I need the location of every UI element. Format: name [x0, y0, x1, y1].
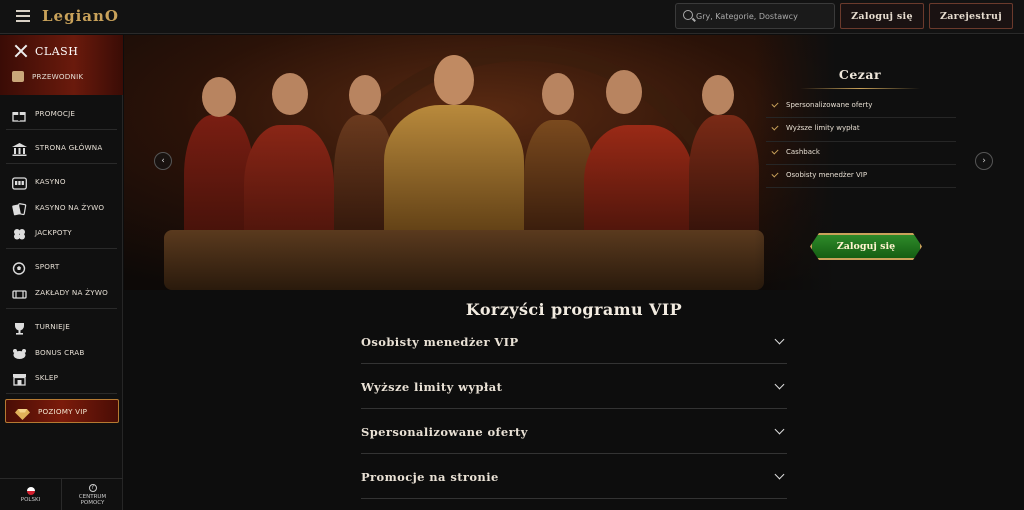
crossed-swords-icon: [13, 43, 29, 59]
vip-feature-label: Osobisty menedżer VIP: [786, 171, 868, 179]
sidebar-item-vip-levels[interactable]: POZIOMY VIP: [5, 399, 119, 423]
sidebar-item-label: SPORT: [35, 262, 60, 271]
vip-feature: Osobisty menedżer VIP: [771, 170, 868, 179]
chevron-left-icon: ‹: [161, 156, 165, 166]
sidebar-item-shop[interactable]: SKLEP: [12, 371, 59, 386]
chevron-down-icon: [774, 424, 785, 435]
vip-benefits-heading: Korzyści programu VIP: [465, 300, 683, 319]
vip-feature: Wyższe limity wypłat: [771, 123, 860, 132]
help-icon: ?: [88, 483, 97, 492]
ball-icon: [12, 260, 27, 275]
sidebar-item-bonus-crab[interactable]: BONUS CRAB: [12, 346, 85, 359]
sidebar-item-label: JACKPOTY: [35, 228, 72, 237]
accordion-item[interactable]: Wyższe limity wypłat: [361, 365, 787, 409]
search-icon: [683, 10, 693, 20]
menu-icon[interactable]: [16, 10, 30, 22]
top-bar: LegianO Zaloguj się Zarejestruj: [0, 0, 1024, 34]
sidebar-item-label: KASYNO NA ŻYWO: [35, 203, 105, 212]
sidebar-item-label: TURNIEJE: [35, 322, 70, 331]
sidebar-item-sport[interactable]: SPORT: [12, 260, 60, 275]
check-icon: [771, 147, 779, 155]
sidebar-item-live-casino[interactable]: KASYNO NA ŻYWO: [12, 201, 105, 216]
search-box[interactable]: [675, 3, 835, 29]
help-center-link[interactable]: ? CENTRUM POMOCY: [61, 479, 123, 510]
accordion-label: Promocje na stronie: [361, 469, 499, 484]
sidebar-item-live-bets[interactable]: ZAKŁADY NA ŻYWO: [12, 286, 108, 299]
sidebar-footer: POLSKI ? CENTRUM POMOCY: [0, 478, 123, 510]
vip-feature-label: Wyższe limity wypłat: [786, 124, 860, 132]
chevron-down-icon: [774, 334, 785, 345]
sidebar-item-label: BONUS CRAB: [35, 348, 85, 357]
sidebar-item-casino[interactable]: KASYNO: [12, 175, 66, 190]
sidebar-item-label: KASYNO: [35, 177, 66, 186]
help-label: CENTRUM POMOCY: [78, 493, 107, 506]
sidebar-item-label: POZIOMY VIP: [38, 406, 88, 416]
accordion-item[interactable]: Promocje na stronie: [361, 455, 787, 499]
register-button[interactable]: Zarejestruj: [929, 3, 1013, 29]
sidebar-item-home[interactable]: STRONA GŁÓWNA: [12, 141, 103, 156]
home-icon: [12, 141, 27, 156]
sidebar-item-label: ZAKŁADY NA ŻYWO: [35, 288, 108, 297]
search-input[interactable]: [696, 8, 831, 25]
live-bet-icon: [12, 286, 27, 299]
accordion-label: Osobisty menedżer VIP: [361, 334, 519, 349]
accordion-label: Spersonalizowane oferty: [361, 424, 528, 439]
shop-icon: [12, 371, 27, 386]
carousel-prev-button[interactable]: ‹: [154, 152, 172, 170]
vip-feature-label: Cashback: [786, 148, 820, 156]
check-icon: [771, 100, 779, 108]
sidebar-item-label: PROMOCJE: [35, 109, 76, 118]
gift-icon: [12, 107, 27, 122]
site-logo[interactable]: LegianO: [42, 7, 119, 25]
divider: [6, 393, 117, 394]
vip-feature: Spersonalizowane oferty: [771, 100, 873, 109]
check-icon: [771, 170, 779, 178]
divider: [6, 129, 117, 130]
clash-title: CLASH: [35, 44, 79, 58]
divider: [6, 248, 117, 249]
sidebar-item-label: SKLEP: [35, 373, 59, 382]
divider: [6, 308, 117, 309]
login-button[interactable]: Zaloguj się: [840, 3, 924, 29]
chevron-right-icon: ›: [982, 156, 986, 166]
accordion-label: Wyższe limity wypłat: [361, 379, 503, 394]
vip-level-title: Cezar: [838, 67, 882, 82]
banner-login-button[interactable]: Zaloguj się: [810, 233, 922, 260]
vip-level-card: Cezar Spersonalizowane oferty Wyższe lim…: [760, 63, 960, 253]
vip-feature-label: Spersonalizowane oferty: [786, 101, 873, 109]
sidebar-item-guide[interactable]: PRZEWODNIK: [12, 71, 83, 82]
divider: [6, 163, 117, 164]
sidebar-item-promotions[interactable]: PROMOCJE: [12, 107, 76, 122]
language-selector[interactable]: POLSKI: [0, 479, 61, 510]
clover-icon: [12, 226, 27, 240]
poland-flag-icon: [26, 486, 35, 495]
check-icon: [771, 123, 779, 131]
cards-icon: [12, 201, 27, 216]
vip-feature: Cashback: [771, 147, 820, 156]
trophy-icon: [12, 320, 27, 335]
scroll-icon: [12, 71, 24, 82]
sidebar: CLASH PRZEWODNIK PROMOCJE STRONA GŁÓWNA …: [0, 35, 123, 510]
clash-promo[interactable]: CLASH PRZEWODNIK: [0, 35, 123, 95]
vip-banner: Cezar Spersonalizowane oferty Wyższe lim…: [124, 35, 1024, 290]
chevron-down-icon: [774, 379, 785, 390]
diamond-icon: [15, 405, 30, 420]
language-label: POLSKI: [20, 496, 41, 503]
sidebar-item-label: STRONA GŁÓWNA: [35, 143, 103, 152]
carousel-next-button[interactable]: ›: [975, 152, 993, 170]
accordion-item[interactable]: Spersonalizowane oferty: [361, 410, 787, 454]
sidebar-item-label: PRZEWODNIK: [32, 72, 84, 81]
sidebar-item-jackpots[interactable]: JACKPOTY: [12, 226, 72, 240]
slot-machine-icon: [12, 175, 27, 190]
sidebar-item-tournaments[interactable]: TURNIEJE: [12, 320, 70, 335]
crab-icon: [12, 346, 27, 359]
accordion-item[interactable]: Osobisty menedżer VIP: [361, 320, 787, 364]
chevron-down-icon: [774, 469, 785, 480]
